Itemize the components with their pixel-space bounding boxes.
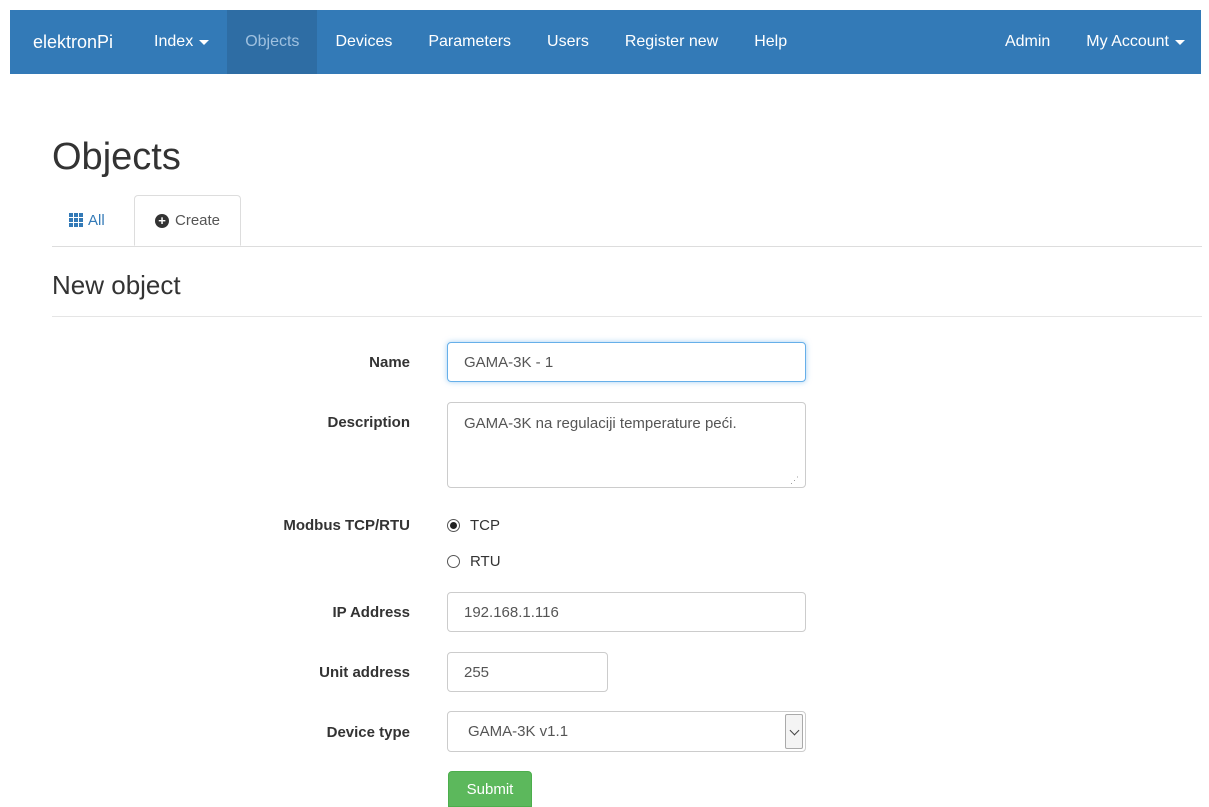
name-input[interactable] — [447, 342, 806, 382]
device-type-value: GAMA-3K v1.1 — [468, 723, 569, 740]
unit-address-input[interactable] — [447, 652, 608, 692]
nav-my-account-dropdown[interactable]: My Account — [1068, 10, 1201, 74]
modbus-label: Modbus TCP/RTU — [283, 517, 410, 534]
radio-tcp-control[interactable] — [447, 519, 460, 532]
name-label: Name — [369, 354, 410, 371]
object-tabs: All + Create — [52, 195, 1202, 247]
nav-objects[interactable]: Objects — [227, 10, 318, 74]
submit-button[interactable]: Submit — [448, 771, 532, 807]
section-divider — [52, 316, 1202, 317]
grid-icon — [69, 213, 83, 227]
resize-grip-icon[interactable]: ⋰ — [790, 475, 800, 485]
tab-all[interactable]: All — [52, 195, 122, 245]
nav-admin[interactable]: Admin — [987, 10, 1068, 74]
tab-create[interactable]: + Create — [134, 195, 242, 246]
ip-address-label: IP Address — [332, 604, 410, 621]
select-dropdown-button[interactable] — [785, 714, 803, 749]
nav-devices[interactable]: Devices — [317, 10, 410, 74]
chevron-down-icon — [789, 725, 799, 735]
device-type-label: Device type — [326, 724, 410, 741]
radio-rtu[interactable]: RTU — [447, 553, 501, 570]
unit-address-label: Unit address — [319, 664, 410, 681]
tab-create-label: Create — [175, 212, 221, 229]
nav-register-new[interactable]: Register new — [607, 10, 736, 74]
ip-address-input[interactable] — [447, 592, 806, 632]
radio-tcp[interactable]: TCP — [447, 517, 500, 534]
nav-index-label: Index — [154, 33, 194, 50]
brand-link[interactable]: elektronPi — [10, 10, 136, 74]
caret-down-icon — [199, 39, 210, 45]
navbar: elektronPi Index Objects Devices Paramet… — [10, 10, 1201, 74]
form-title: New object — [52, 270, 181, 300]
nav-index-dropdown[interactable]: Index — [136, 10, 227, 74]
description-label: Description — [327, 414, 410, 431]
nav-right-group: Admin My Account — [987, 10, 1201, 74]
tab-all-label: All — [88, 211, 105, 229]
nav-users[interactable]: Users — [529, 10, 607, 74]
radio-rtu-control[interactable] — [447, 555, 460, 568]
nav-help[interactable]: Help — [736, 10, 805, 74]
plus-circle-icon: + — [155, 213, 169, 228]
caret-down-icon — [1175, 39, 1185, 45]
nav-parameters[interactable]: Parameters — [410, 10, 529, 74]
page-title: Objects — [52, 136, 181, 178]
device-type-select[interactable]: GAMA-3K v1.1 — [447, 711, 806, 752]
radio-tcp-label: TCP — [470, 517, 500, 534]
radio-rtu-label: RTU — [470, 553, 501, 570]
nav-my-account-label: My Account — [1086, 33, 1169, 50]
description-textarea[interactable]: GAMA-3K na regulaciji temperature peći. — [447, 402, 806, 488]
